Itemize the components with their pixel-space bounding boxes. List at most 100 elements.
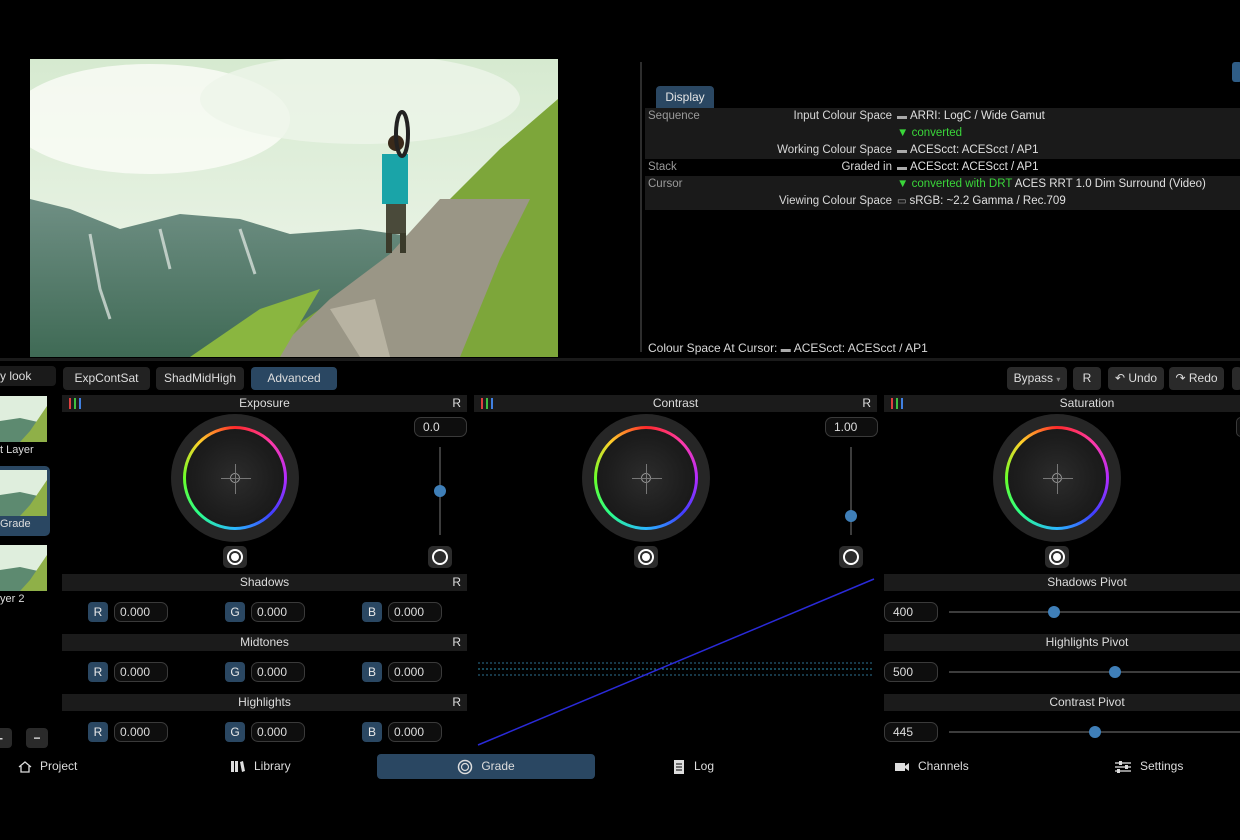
panel-divider[interactable] xyxy=(0,358,1240,361)
contrast-curve-graph[interactable] xyxy=(474,575,877,747)
add-layer-button[interactable]: - xyxy=(0,728,12,748)
shadows-pivot-value[interactable]: 400 xyxy=(884,602,938,622)
exposure-slider[interactable] xyxy=(434,447,446,535)
contrast-pivot-slider[interactable] xyxy=(949,726,1240,738)
highlights-r-value[interactable]: 0.000 xyxy=(114,722,168,742)
nav-label: Channels xyxy=(918,759,969,773)
midtones-g-button[interactable]: G xyxy=(225,662,245,682)
info-row-cursor: Cursor ▼ converted with DRT ACES RRT 1.0… xyxy=(645,176,1240,193)
contrast-header: Contrast R xyxy=(474,395,877,412)
nav-grade[interactable]: Grade xyxy=(377,754,595,779)
contrast-pivot-title: Contrast Pivot xyxy=(1049,695,1125,709)
panel-edge-button[interactable] xyxy=(1232,62,1240,82)
highlights-pivot-slider[interactable] xyxy=(949,666,1240,678)
remove-layer-button[interactable]: − xyxy=(26,728,48,748)
tab-shadmidhigh[interactable]: ShadMidHigh xyxy=(156,367,244,390)
highlights-reset-button[interactable]: R xyxy=(452,694,461,711)
highlights-pivot-header: Highlights Pivot xyxy=(884,634,1240,651)
contrast-slider[interactable] xyxy=(845,447,857,535)
exposure-wheel-reset-button[interactable] xyxy=(223,546,247,568)
midtones-b-value[interactable]: 0.000 xyxy=(388,662,442,682)
camera-icon xyxy=(895,762,909,771)
nav-library[interactable]: Library xyxy=(230,754,291,779)
redo-icon: ↷ xyxy=(1175,371,1186,385)
tab-advanced[interactable]: Advanced xyxy=(251,367,337,390)
slider-knob[interactable] xyxy=(845,509,857,522)
highlights-b-value[interactable]: 0.000 xyxy=(388,722,442,742)
shadows-pivot-title: Shadows Pivot xyxy=(1047,575,1127,589)
info-row-value: ▼ converted xyxy=(897,127,963,139)
info-row-viewing-colour-space: Viewing Colour Space ▭ sRGB: ~2.2 Gamma /… xyxy=(645,193,1240,210)
highlights-b-button[interactable]: B xyxy=(362,722,382,742)
slider-knob[interactable] xyxy=(1047,606,1060,618)
midtones-r-value[interactable]: 0.000 xyxy=(114,662,168,682)
shadows-pivot-header: Shadows Pivot xyxy=(884,574,1240,591)
midtones-header: Midtones R xyxy=(62,634,467,651)
slider-knob[interactable] xyxy=(434,485,446,497)
contrast-slider-reset-button[interactable] xyxy=(839,546,863,568)
info-row-key: Working Colour Space xyxy=(777,144,892,156)
contrast-wheel[interactable] xyxy=(582,414,710,542)
reset-all-button[interactable]: R xyxy=(1073,367,1101,390)
wheel-cursor[interactable] xyxy=(632,464,662,494)
midtones-reset-button[interactable]: R xyxy=(452,634,461,651)
contrast-reset-button[interactable]: R xyxy=(862,395,871,412)
shadows-reset-button[interactable]: R xyxy=(452,574,461,591)
shadows-r-value[interactable]: 0.000 xyxy=(114,602,168,622)
highlights-g-button[interactable]: G xyxy=(225,722,245,742)
shadows-r-button[interactable]: R xyxy=(88,602,108,622)
saturation-header: Saturation xyxy=(884,395,1240,412)
look-name[interactable]: y look xyxy=(0,366,56,386)
contrast-pivot-value[interactable]: 445 xyxy=(884,722,938,742)
layer-item[interactable]: yer 2 xyxy=(0,541,50,611)
slider-knob[interactable] xyxy=(1108,666,1121,678)
shadows-b-button[interactable]: B xyxy=(362,602,382,622)
layer-item[interactable]: t Layer xyxy=(0,392,50,462)
nav-project[interactable]: Project xyxy=(18,754,77,779)
info-row-label: Sequence xyxy=(648,110,700,122)
nav-settings[interactable]: Settings xyxy=(1114,754,1183,779)
highlights-r-button[interactable]: R xyxy=(88,722,108,742)
bypass-dropdown[interactable]: Bypass ▾ xyxy=(1007,367,1067,390)
viewer-divider[interactable] xyxy=(640,62,642,352)
saturation-wheel[interactable] xyxy=(993,414,1121,542)
highlights-header: Highlights R xyxy=(62,694,467,711)
shadows-pivot-slider[interactable] xyxy=(949,606,1240,618)
home-icon xyxy=(18,760,32,773)
exposure-value[interactable]: 0.0 xyxy=(414,417,467,437)
info-row-input-colour-space: Sequence Input Colour Space ▬ ARRI: LogC … xyxy=(645,108,1240,125)
redo-button[interactable]: ↷ Redo xyxy=(1169,367,1224,390)
contrast-value[interactable]: 1.00 xyxy=(825,417,878,437)
contrast-wheel-reset-button[interactable] xyxy=(634,546,658,568)
exposure-wheel[interactable] xyxy=(171,414,299,542)
camera-icon: ▬ xyxy=(897,162,907,173)
wheel-cursor[interactable] xyxy=(1043,464,1073,494)
library-icon xyxy=(231,761,245,773)
layer-item[interactable]: Grade xyxy=(0,466,50,536)
shadows-g-value[interactable]: 0.000 xyxy=(251,602,305,622)
slider-knob[interactable] xyxy=(1088,726,1101,738)
wheel-cursor[interactable] xyxy=(221,464,251,494)
monitor-icon: ▭ xyxy=(897,196,907,207)
nav-log[interactable]: Log xyxy=(672,754,714,779)
saturation-wheel-reset-button[interactable] xyxy=(1045,546,1069,568)
overflow-button[interactable] xyxy=(1232,367,1240,390)
viewer-image xyxy=(30,59,558,357)
saturation-value[interactable] xyxy=(1236,417,1240,437)
nav-channels[interactable]: Channels xyxy=(894,754,969,779)
exposure-reset-button[interactable]: R xyxy=(452,395,461,412)
shadows-b-value[interactable]: 0.000 xyxy=(388,602,442,622)
camera-icon: ▬ xyxy=(897,145,907,156)
tab-expcontsat[interactable]: ExpContSat xyxy=(63,367,150,390)
midtones-r-button[interactable]: R xyxy=(88,662,108,682)
image-viewer[interactable] xyxy=(30,59,558,357)
highlights-pivot-value[interactable]: 500 xyxy=(884,662,938,682)
highlights-g-value[interactable]: 0.000 xyxy=(251,722,305,742)
midtones-g-value[interactable]: 0.000 xyxy=(251,662,305,682)
midtones-b-button[interactable]: B xyxy=(362,662,382,682)
shadows-g-button[interactable]: G xyxy=(225,602,245,622)
exposure-slider-reset-button[interactable] xyxy=(428,546,452,568)
tab-display[interactable]: Display xyxy=(656,86,714,108)
undo-button[interactable]: ↶ Undo xyxy=(1108,367,1164,390)
camera-icon: ▬ xyxy=(780,344,791,355)
